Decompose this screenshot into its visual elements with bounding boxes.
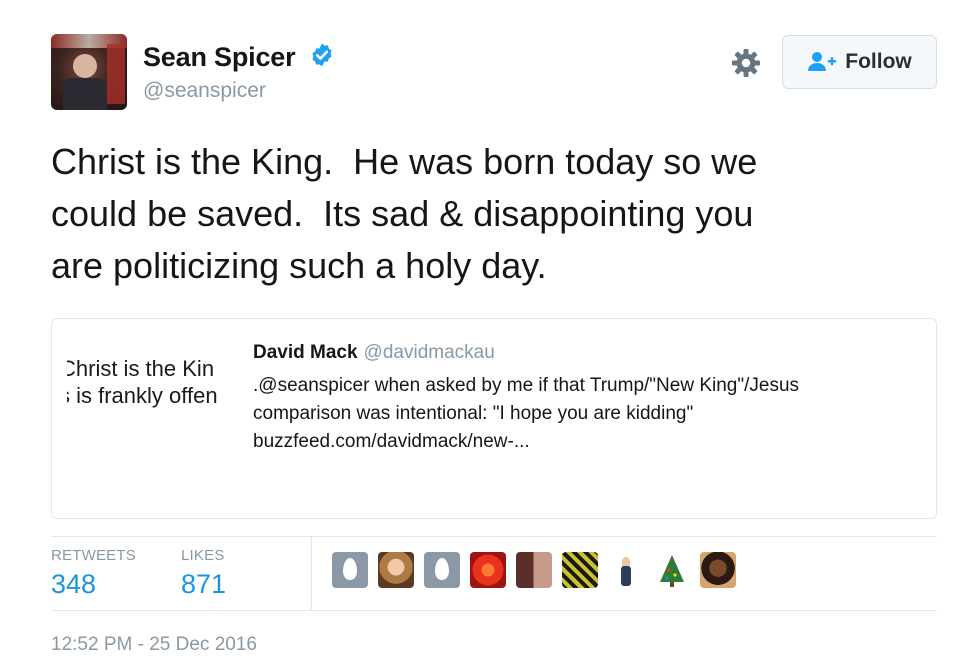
divider bbox=[51, 610, 937, 611]
liker-avatar-woman[interactable] bbox=[378, 552, 414, 588]
retweets-count[interactable]: 348 bbox=[51, 569, 96, 600]
likes-label[interactable]: LIKES bbox=[181, 547, 225, 564]
thumbnail-text-line: s is frankly offen bbox=[67, 383, 218, 408]
author-handle[interactable]: @seanspicer bbox=[143, 79, 266, 103]
add-user-icon bbox=[808, 52, 837, 71]
liker-avatar-egg[interactable] bbox=[424, 552, 460, 588]
liker-avatar-egg[interactable] bbox=[332, 552, 368, 588]
likes-count[interactable]: 871 bbox=[181, 569, 226, 600]
gear-icon[interactable] bbox=[730, 47, 762, 79]
quoted-tweet-author[interactable]: David Mack @davidmackau bbox=[253, 342, 495, 364]
divider bbox=[51, 536, 937, 537]
liker-avatar-christmas-tree[interactable] bbox=[654, 552, 690, 588]
author-avatar[interactable] bbox=[51, 34, 127, 110]
christmas-tree-icon bbox=[660, 555, 684, 587]
liker-avatar-nirvana[interactable] bbox=[562, 552, 598, 588]
thumbnail-text-line: Christ is the Kin bbox=[67, 356, 215, 381]
author-name[interactable]: Sean Spicer bbox=[143, 42, 296, 73]
tweet-timestamp[interactable]: 12:52 PM - 25 Dec 2016 bbox=[51, 634, 257, 656]
quoted-tweet-thumbnail[interactable]: Christ is the Kin s is frankly offen bbox=[67, 348, 237, 428]
retweets-label[interactable]: RETWEETS bbox=[51, 547, 136, 564]
liker-avatar-red-flower[interactable] bbox=[470, 552, 506, 588]
quoted-author-handle: @davidmackau bbox=[363, 342, 495, 363]
quoted-author-name: David Mack bbox=[253, 342, 358, 363]
follow-label: Follow bbox=[845, 50, 912, 73]
tweet-text: Christ is the King. He was born today so… bbox=[51, 141, 758, 286]
follow-button[interactable]: Follow bbox=[782, 35, 937, 89]
liker-avatar-couple[interactable] bbox=[516, 552, 552, 588]
liker-avatar-smiling-woman[interactable] bbox=[700, 552, 736, 588]
divider bbox=[311, 536, 312, 610]
verified-badge-icon bbox=[312, 43, 332, 67]
quoted-tweet-text: .@seanspicer when asked by me if that Tr… bbox=[253, 375, 800, 452]
liker-avatar-woman-standing[interactable] bbox=[608, 552, 644, 588]
